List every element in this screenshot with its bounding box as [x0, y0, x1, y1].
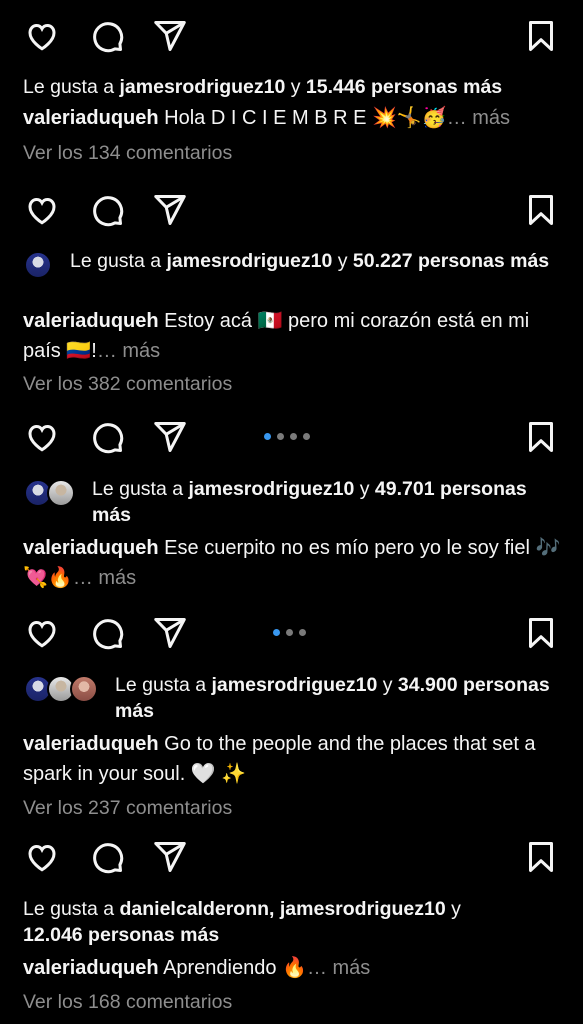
likes-prefix: Le gusta a	[23, 898, 120, 920]
paper-plane-icon[interactable]	[150, 837, 190, 877]
likes-join: y	[354, 478, 375, 500]
bookmark-icon[interactable]	[521, 613, 561, 653]
likes-line[interactable]: Le gusta a danielcalderonn, jamesrodrigu…	[23, 896, 523, 948]
caption-username[interactable]: valeriaduqueh	[23, 310, 159, 332]
paper-plane-icon[interactable]	[150, 16, 190, 56]
comment-icon[interactable]	[87, 190, 127, 230]
comment-icon[interactable]	[87, 837, 127, 877]
more-link[interactable]: … más	[73, 567, 136, 589]
caption-username[interactable]: valeriaduqueh	[23, 537, 159, 559]
more-link[interactable]: … más	[97, 340, 160, 362]
carousel-dot-active	[264, 433, 271, 440]
avatar	[24, 251, 52, 279]
likes-line[interactable]: Le gusta a jamesrodriguez10 y 15.446 per…	[23, 74, 568, 100]
heart-icon[interactable]	[22, 837, 62, 877]
post-actions	[0, 417, 583, 457]
caption: valeriaduqueh Go to the people and the p…	[23, 729, 553, 789]
heart-icon[interactable]	[22, 190, 62, 230]
carousel-dot	[286, 629, 293, 636]
heart-icon[interactable]	[22, 613, 62, 653]
view-comments-link[interactable]: Ver los 134 comentarios	[23, 142, 232, 165]
likes-count[interactable]: 12.046 personas más	[23, 924, 219, 946]
likes-prefix: Le gusta a	[70, 250, 167, 272]
liked-by-user[interactable]: jamesrodriguez10	[212, 674, 378, 696]
bookmark-icon[interactable]	[521, 837, 561, 877]
likes-prefix: Le gusta a	[23, 76, 120, 98]
view-comments-link[interactable]: Ver los 382 comentarios	[23, 373, 232, 396]
post-actions	[0, 16, 583, 56]
caption: valeriaduqueh Ese cuerpito no es mío per…	[23, 533, 563, 593]
bookmark-icon[interactable]	[521, 16, 561, 56]
bookmark-icon[interactable]	[521, 417, 561, 457]
heart-icon[interactable]	[22, 417, 62, 457]
paper-plane-icon[interactable]	[150, 613, 190, 653]
bookmark-icon[interactable]	[521, 190, 561, 230]
likes-line[interactable]: Le gusta a jamesrodriguez10 y 50.227 per…	[70, 248, 565, 274]
liked-by-user[interactable]: jamesrodriguez10	[167, 250, 333, 272]
caption-text: Aprendiendo 🔥	[163, 957, 307, 979]
caption: valeriaduqueh Estoy acá 🇲🇽 pero mi coraz…	[23, 306, 563, 366]
post-actions	[0, 837, 583, 877]
likes-prefix: Le gusta a	[92, 478, 189, 500]
likes-line[interactable]: Le gusta a jamesrodriguez10 y 34.900 per…	[115, 672, 555, 724]
carousel-dot	[303, 433, 310, 440]
caption: valeriaduqueh Aprendiendo 🔥… más	[23, 953, 563, 983]
liked-by-user[interactable]: jamesrodriguez10	[120, 76, 286, 98]
comment-icon[interactable]	[87, 16, 127, 56]
view-comments-link[interactable]: Ver los 168 comentarios	[23, 991, 232, 1014]
carousel-dot-active	[273, 629, 280, 636]
comment-icon[interactable]	[87, 613, 127, 653]
paper-plane-icon[interactable]	[150, 417, 190, 457]
likes-count[interactable]: 15.446 personas más	[306, 76, 502, 98]
avatar	[70, 675, 98, 703]
likes-count[interactable]: 50.227 personas más	[353, 250, 549, 272]
carousel-dot	[299, 629, 306, 636]
liked-by-user[interactable]: danielcalderonn, jamesrodriguez10	[120, 898, 446, 920]
more-link[interactable]: … más	[447, 107, 510, 129]
post-actions	[0, 613, 583, 653]
paper-plane-icon[interactable]	[150, 190, 190, 230]
likes-join: y	[332, 250, 353, 272]
liked-by-user[interactable]: jamesrodriguez10	[189, 478, 355, 500]
caption-username[interactable]: valeriaduqueh	[23, 733, 159, 755]
likes-prefix: Le gusta a	[115, 674, 212, 696]
post-actions	[0, 190, 583, 230]
caption-username[interactable]: valeriaduqueh	[23, 107, 159, 129]
carousel-indicator	[264, 433, 310, 441]
likes-line[interactable]: Le gusta a jamesrodriguez10 y 49.701 per…	[92, 476, 532, 528]
heart-icon[interactable]	[22, 16, 62, 56]
likes-join: y	[377, 674, 398, 696]
comment-icon[interactable]	[87, 417, 127, 457]
caption-username[interactable]: valeriaduqueh	[23, 957, 159, 979]
caption-text: Hola D I C I E M B R E 💥🤸🥳	[164, 107, 447, 129]
likes-join: y	[445, 898, 461, 920]
likes-join: y	[285, 76, 306, 98]
avatar	[47, 479, 75, 507]
more-link[interactable]: … más	[307, 957, 370, 979]
caption: valeriaduqueh Hola D I C I E M B R E 💥🤸🥳…	[23, 103, 563, 133]
view-comments-link[interactable]: Ver los 237 comentarios	[23, 797, 232, 820]
carousel-dot	[277, 433, 284, 440]
carousel-dot	[290, 433, 297, 440]
carousel-indicator	[273, 629, 306, 637]
